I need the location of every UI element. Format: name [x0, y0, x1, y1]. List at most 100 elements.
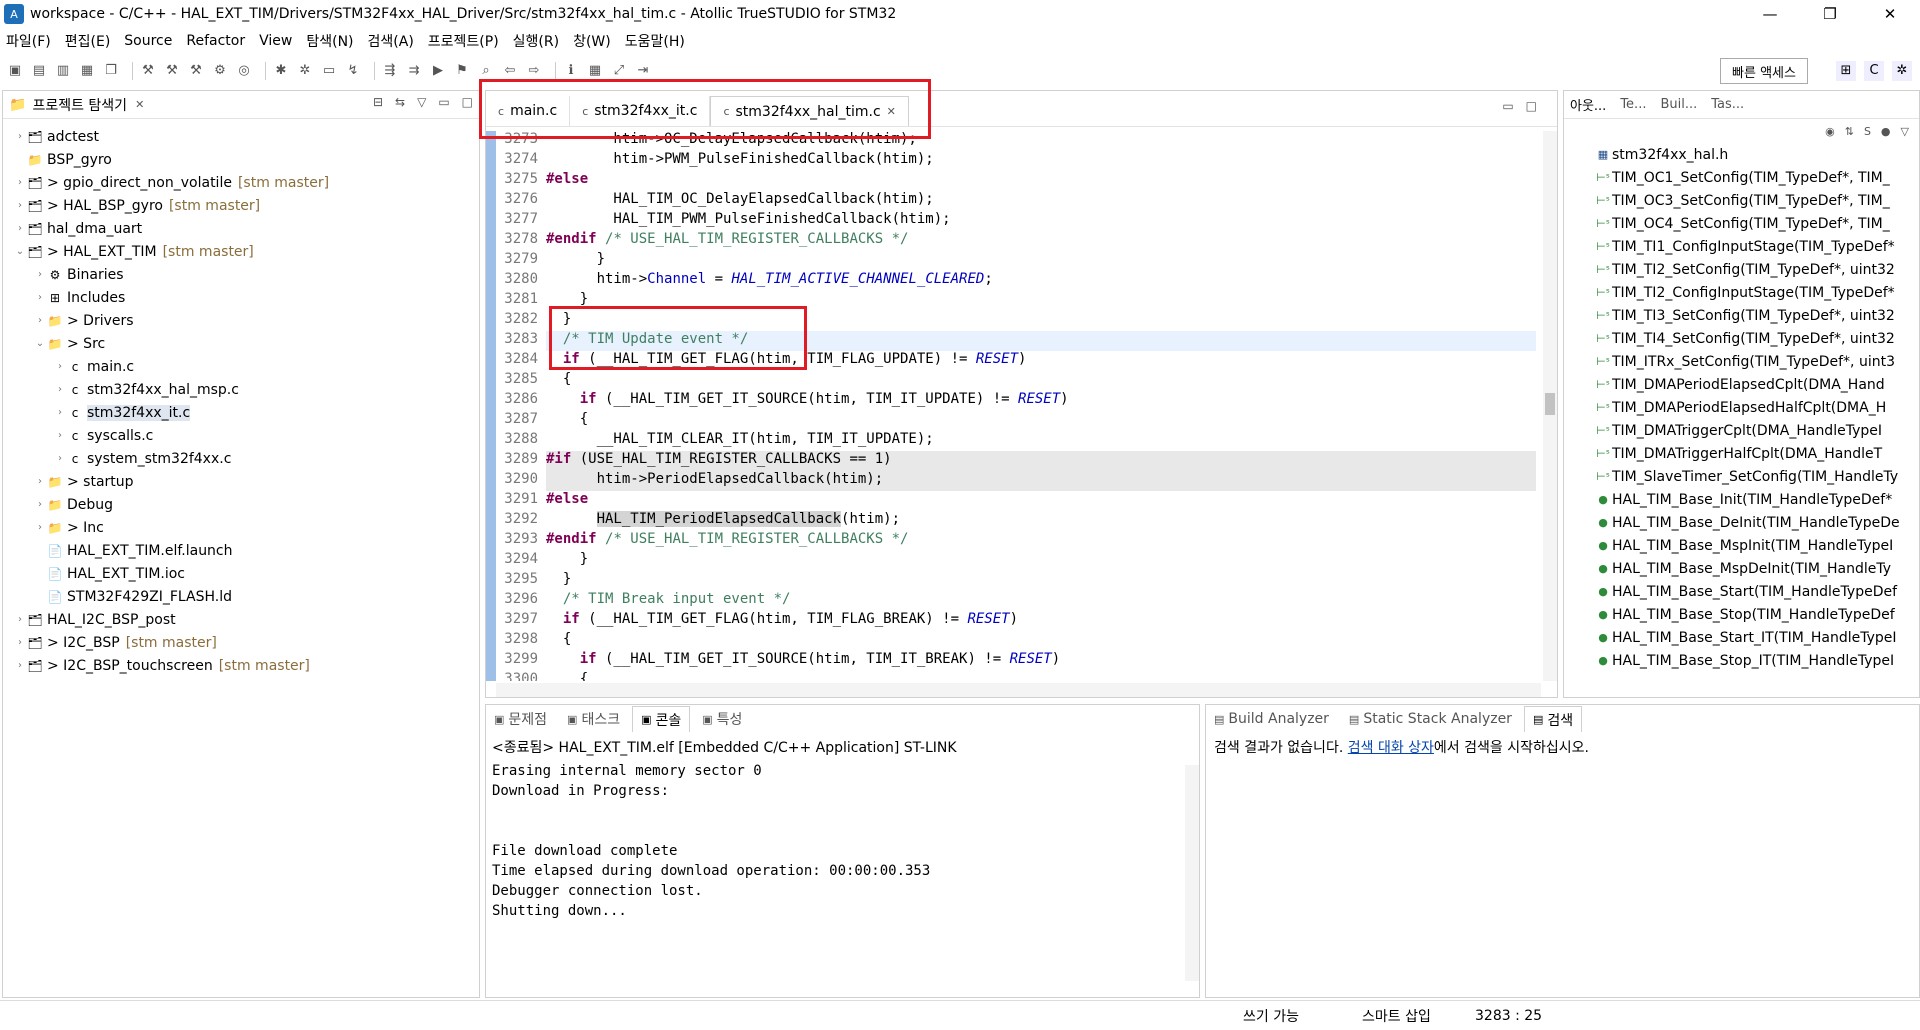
hide-fields-icon[interactable]: ◉ [1825, 125, 1835, 138]
outline-tab[interactable]: 아웃... [1570, 95, 1606, 114]
close-tab-icon[interactable]: ✕ [887, 105, 896, 118]
console-tab[interactable]: ▣ 태스크 [559, 709, 628, 729]
debug-perspective-icon[interactable]: ✲ [1892, 61, 1912, 81]
copy-icon[interactable]: ❐ [102, 62, 120, 80]
code-line[interactable]: 3281 } [496, 291, 1536, 311]
tree-item[interactable]: 📄 HAL_EXT_TIM.ioc [3, 562, 479, 585]
code-line[interactable]: 3283 /* TIM Update event */ [496, 331, 1536, 351]
print-icon[interactable]: ▦ [78, 62, 96, 80]
code-line[interactable]: 3288 __HAL_TIM_CLEAR_IT(htim, TIM_IT_UPD… [496, 431, 1536, 451]
outline-item[interactable]: ⊢ˢ TIM_TI2_ConfigInputStage(TIM_TypeDef* [1594, 281, 1919, 304]
outline-item[interactable]: ⊢ˢ TIM_TI2_SetConfig(TIM_TypeDef*, uint32 [1594, 258, 1919, 281]
search-tab[interactable]: ▤ Static Stack Analyzer [1341, 711, 1520, 727]
bug-icon[interactable]: ✲ [296, 62, 314, 80]
tree-item[interactable]: › 📁 Debug [3, 493, 479, 516]
tree-item[interactable]: 📁 BSP_gyro [3, 148, 479, 171]
expand-icon[interactable]: › [13, 177, 27, 188]
minimize-button[interactable]: — [1740, 0, 1800, 28]
step-over-icon[interactable]: ⇉ [405, 62, 423, 80]
outline-item[interactable]: ● HAL_TIM_Base_Start(TIM_HandleTypeDef [1594, 580, 1919, 603]
tree-item[interactable]: › 📁 > startup [3, 470, 479, 493]
menu-item[interactable]: 실행(R) [513, 31, 559, 51]
menu-item[interactable]: 편집(E) [65, 31, 111, 51]
debug-icon[interactable]: ✱ [272, 62, 290, 80]
tree-item[interactable]: › ⚙ Binaries [3, 263, 479, 286]
scroll-thumb[interactable] [1545, 393, 1555, 415]
tree-item[interactable]: › 🗂 hal_dma_uart [3, 217, 479, 240]
expand-icon[interactable]: › [53, 430, 67, 441]
link-editor-icon[interactable]: ⇆ [395, 95, 405, 109]
close-icon[interactable]: ✕ [135, 98, 144, 111]
editor-horizontal-scrollbar[interactable] [496, 683, 1541, 697]
minimize-view-icon[interactable]: ▭ [438, 95, 449, 109]
tree-item[interactable]: › c syscalls.c [3, 424, 479, 447]
new-icon[interactable]: ▣ [6, 62, 24, 80]
tree-item[interactable]: ⌄ 📁 > Src [3, 332, 479, 355]
project-explorer-title[interactable]: 프로젝트 탐색기 [32, 95, 127, 115]
outline-item[interactable]: ⊢ˢ TIM_OC3_SetConfig(TIM_TypeDef*, TIM_ [1594, 189, 1919, 212]
tree-item[interactable]: 📄 HAL_EXT_TIM.elf.launch [3, 539, 479, 562]
outline-menu-icon[interactable]: ▽ [1901, 125, 1909, 138]
expand-icon[interactable]: › [53, 407, 67, 418]
run-icon[interactable]: ▶ [429, 62, 447, 80]
outline-item[interactable]: ⊢ˢ TIM_OC4_SetConfig(TIM_TypeDef*, TIM_ [1594, 212, 1919, 235]
outline-item[interactable]: ⊢ˢ TIM_ITRx_SetConfig(TIM_TypeDef*, uint3 [1594, 350, 1919, 373]
save-icon[interactable]: ▤ [30, 62, 48, 80]
outline-item[interactable]: ● HAL_TIM_Base_Stop_IT(TIM_HandleTypeI [1594, 649, 1919, 672]
outline-item[interactable]: ⊢ˢ TIM_DMAPeriodElapsedCplt(DMA_Hand [1594, 373, 1919, 396]
code-line[interactable]: 3293 #endif /* USE_HAL_TIM_REGISTER_CALLB… [496, 531, 1536, 551]
expand-icon[interactable]: ⌄ [33, 338, 47, 349]
expand-icon[interactable]: ⌄ [13, 246, 27, 257]
info-icon[interactable]: ℹ [562, 62, 580, 80]
outline-tab[interactable]: Te... [1620, 97, 1646, 112]
expand-icon[interactable]: › [53, 384, 67, 395]
tree-item[interactable]: 📄 STM32F429ZI_FLASH.ld [3, 585, 479, 608]
expand-icon[interactable]: › [33, 292, 47, 303]
outline-item[interactable]: ⊢ˢ TIM_DMATriggerHalfCplt(DMA_HandleT [1594, 442, 1919, 465]
code-line[interactable]: 3298 { [496, 631, 1536, 651]
outline-item[interactable]: ● HAL_TIM_Base_Start_IT(TIM_HandleTypeI [1594, 626, 1919, 649]
outline-item[interactable]: ▦ stm32f4xx_hal.h [1594, 143, 1919, 166]
expand-icon[interactable]: › [33, 315, 47, 326]
menu-item[interactable]: 파일(F) [6, 31, 51, 51]
outline-item[interactable]: ⊢ˢ TIM_TI1_ConfigInputStage(TIM_TypeDef* [1594, 235, 1919, 258]
tree-item[interactable]: › 📁 > Drivers [3, 309, 479, 332]
hide-static-icon[interactable]: S [1864, 125, 1871, 138]
layout-icon[interactable]: ▦ [586, 62, 604, 80]
open-perspective-icon[interactable]: ⊞ [1836, 61, 1856, 81]
tree-item[interactable]: › 🗂 > HAL_BSP_gyro [stm master] [3, 194, 479, 217]
code-line[interactable]: 3296 /* TIM Break input event */ [496, 591, 1536, 611]
fullscreen-icon[interactable]: ⤢ [610, 62, 628, 80]
code-line[interactable]: 3284 if (__HAL_TIM_GET_FLAG(htim, TIM_FL… [496, 351, 1536, 371]
code-line[interactable]: 3278 #endif /* USE_HAL_TIM_REGISTER_CALLB… [496, 231, 1536, 251]
outline-item[interactable]: ⊢ˢ TIM_OC1_SetConfig(TIM_TypeDef*, TIM_ [1594, 166, 1919, 189]
console-tab[interactable]: ▣ 문제점 [486, 709, 555, 729]
export-icon[interactable]: ⇥ [634, 62, 652, 80]
code-line[interactable]: 3280 htim->Channel = HAL_TIM_ACTIVE_CHAN… [496, 271, 1536, 291]
expand-icon[interactable]: › [13, 614, 27, 625]
console-tab[interactable]: ▣ 특성 [694, 709, 750, 729]
menu-item[interactable]: 프로젝트(P) [428, 31, 499, 51]
outline-item[interactable]: ⊢ˢ TIM_TI3_SetConfig(TIM_TypeDef*, uint32 [1594, 304, 1919, 327]
code-line[interactable]: 3282 } [496, 311, 1536, 331]
tree-item[interactable]: › 🗂 > I2C_BSP [stm master] [3, 631, 479, 654]
maximize-button[interactable]: ❐ [1800, 0, 1860, 28]
code-area[interactable]: 3273 htim->OC_DelayElapsedCallback(htim)… [486, 131, 1544, 681]
build-all-icon[interactable]: ⚒ [163, 62, 181, 80]
code-line[interactable]: 3297 if (__HAL_TIM_GET_FLAG(htim, TIM_FL… [496, 611, 1536, 631]
code-line[interactable]: 3277 HAL_TIM_PWM_PulseFinishedCallback(h… [496, 211, 1536, 231]
outline-item[interactable]: ● HAL_TIM_Base_Init(TIM_HandleTypeDef* [1594, 488, 1919, 511]
hide-nonpublic-icon[interactable]: ● [1881, 125, 1891, 138]
menu-item[interactable]: Refactor [186, 33, 245, 49]
code-line[interactable]: 3287 { [496, 411, 1536, 431]
tree-item[interactable]: › c stm32f4xx_it.c [3, 401, 479, 424]
skip-icon[interactable]: ↯ [344, 62, 362, 80]
outline-item[interactable]: ⊢ˢ TIM_DMAPeriodElapsedHalfCplt(DMA_H [1594, 396, 1919, 419]
collapse-all-icon[interactable]: ⊟ [373, 95, 383, 109]
menu-item[interactable]: 창(W) [573, 31, 611, 51]
rebuild-icon[interactable]: ⚒ [187, 62, 205, 80]
tree-item[interactable]: › 📁 > Inc [3, 516, 479, 539]
view-menu-icon[interactable]: ▽ [417, 95, 426, 109]
editor-tab[interactable]: c main.c [486, 96, 571, 126]
search-icon[interactable]: ⌕ [477, 62, 495, 80]
